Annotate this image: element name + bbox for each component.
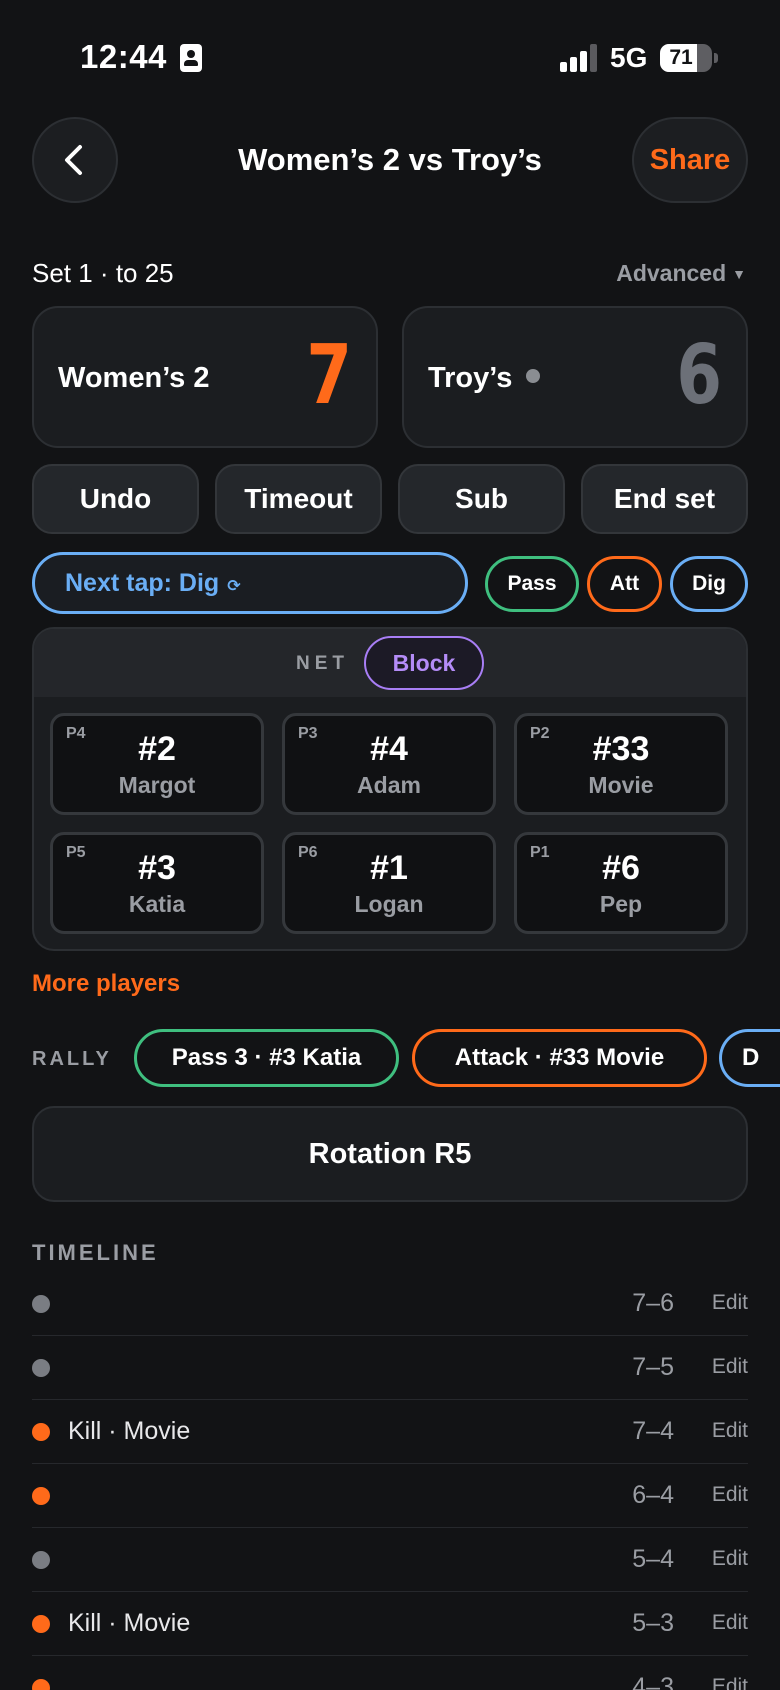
player-name: Katia — [128, 891, 186, 917]
rotation-button[interactable]: Rotation R5 — [32, 1106, 748, 1202]
timeline-row: 4–3 Edit — [32, 1656, 748, 1690]
timeline-score: 4–3 — [632, 1673, 674, 1690]
timeline-score: 5–4 — [632, 1545, 674, 1573]
share-button[interactable]: Share — [632, 117, 748, 203]
timeline-edit-button[interactable]: Edit — [712, 1547, 748, 1571]
team-score: 7 — [306, 328, 352, 423]
player-name: Movie — [588, 772, 654, 798]
timeline-row: Kill · Movie 7–4 Edit — [32, 1400, 748, 1464]
timeline-score: 7–5 — [632, 1353, 674, 1381]
timeline-dot-icon — [32, 1359, 50, 1377]
player-name: Adam — [357, 772, 421, 798]
back-button[interactable] — [32, 117, 118, 203]
network-type: 5G — [610, 42, 648, 73]
player-tile-p3[interactable]: P3 #4 Adam — [282, 713, 496, 815]
timeline-dot-icon — [32, 1615, 50, 1633]
team-score: 6 — [676, 328, 722, 423]
player-number: #6 — [602, 849, 640, 887]
next-tap-label: Next tap: Dig — [65, 569, 220, 597]
timeline-edit-button[interactable]: Edit — [712, 1419, 748, 1443]
timeline-edit-button[interactable]: Edit — [712, 1611, 748, 1635]
team-name: Troy’s — [428, 362, 541, 395]
timeline-edit-button[interactable]: Edit — [712, 1355, 748, 1379]
sub-button[interactable]: Sub — [398, 464, 565, 534]
timeline-dot-icon — [32, 1295, 50, 1313]
player-tile-p1[interactable]: P1 #6 Pep — [514, 832, 728, 934]
timeline-dot-icon — [32, 1551, 50, 1569]
battery-tip — [714, 53, 718, 63]
player-number: #4 — [370, 730, 408, 768]
timeline-dot-icon — [32, 1679, 50, 1690]
player-number: #3 — [138, 849, 176, 887]
battery-icon: 71 — [660, 44, 712, 72]
timeline-row: 6–4 Edit — [32, 1464, 748, 1528]
player-number: #1 — [370, 849, 408, 887]
team-name-label: Troy’s — [428, 362, 513, 394]
next-tap-indicator[interactable]: Next tap: Dig ⟳ — [32, 552, 468, 614]
page-title: Women’s 2 vs Troy’s — [238, 142, 542, 177]
timeout-button[interactable]: Timeout — [215, 464, 382, 534]
tap-type-pass[interactable]: Pass — [485, 556, 579, 612]
team-name: Women’s 2 — [58, 362, 210, 394]
timeline-score: 6–4 — [632, 1481, 674, 1509]
serving-indicator-icon — [526, 369, 541, 383]
timeline-label: TIMELINE — [32, 1240, 159, 1265]
team-score-card-home[interactable]: Women’s 2 7 — [32, 306, 378, 448]
player-name: Logan — [354, 891, 424, 917]
player-name: Pep — [599, 891, 643, 917]
team-score-card-away[interactable]: Troy’s 6 — [402, 306, 748, 448]
advanced-label: Advanced — [616, 260, 727, 286]
player-tile-p6[interactable]: P6 #1 Logan — [282, 832, 496, 934]
timeline-score: 5–3 — [632, 1609, 674, 1637]
chevron-left-icon — [65, 145, 82, 175]
rally-label: RALLY — [32, 1048, 112, 1070]
net-bar: NET Block — [34, 629, 746, 697]
end-set-button[interactable]: End set — [581, 464, 748, 534]
court-grid: NET Block P4 #2 Margot P3 #4 Adam P2 #33… — [32, 627, 748, 951]
timeline-edit-button[interactable]: Edit — [712, 1483, 748, 1507]
caret-down-icon: ▼ — [732, 266, 746, 282]
player-number: #33 — [592, 730, 650, 768]
undo-button[interactable]: Undo — [32, 464, 199, 534]
rally-chip-attack[interactable]: Attack · #33 Movie — [412, 1029, 707, 1087]
timeline-event: Kill · Movie — [68, 1417, 191, 1445]
contact-card-icon — [180, 44, 202, 72]
tap-type-attack[interactable]: Att — [587, 556, 662, 612]
rally-chip-pass[interactable]: Pass 3 · #3 Katia — [134, 1029, 399, 1087]
timeline-row: 5–4 Edit — [32, 1528, 748, 1592]
status-bar: 12:44 5G 71 — [0, 0, 780, 110]
player-tile-p5[interactable]: P5 #3 Katia — [50, 832, 264, 934]
advanced-dropdown[interactable]: Advanced ▼ — [616, 260, 746, 287]
refresh-icon: ⟳ — [227, 578, 241, 595]
player-tile-p2[interactable]: P2 #33 Movie — [514, 713, 728, 815]
player-name: Margot — [118, 772, 196, 798]
status-time: 12:44 — [80, 38, 167, 75]
timeline-score: 7–6 — [632, 1289, 674, 1317]
timeline-edit-button[interactable]: Edit — [712, 1291, 748, 1315]
timeline-event: Kill · Movie — [68, 1609, 191, 1637]
timeline-dot-icon — [32, 1423, 50, 1441]
timeline-row: 7–6 Edit — [32, 1272, 748, 1336]
timeline-edit-button[interactable]: Edit — [712, 1675, 748, 1690]
battery-level: 71 — [669, 46, 693, 69]
tap-type-dig[interactable]: Dig — [670, 556, 748, 612]
cellular-signal-icon — [560, 44, 600, 72]
block-button[interactable]: Block — [364, 636, 484, 690]
player-number: #2 — [138, 730, 176, 768]
more-players-link[interactable]: More players — [32, 970, 180, 998]
timeline-row: 7–5 Edit — [32, 1336, 748, 1400]
timeline-dot-icon — [32, 1487, 50, 1505]
net-label: NET — [296, 653, 349, 674]
player-tile-p4[interactable]: P4 #2 Margot — [50, 713, 264, 815]
timeline-score: 7–4 — [632, 1417, 674, 1445]
timeline-row: Kill · Movie 5–3 Edit — [32, 1592, 748, 1656]
set-label: Set 1 · to 25 — [32, 258, 174, 288]
rally-chip-dig[interactable]: D — [719, 1029, 780, 1087]
